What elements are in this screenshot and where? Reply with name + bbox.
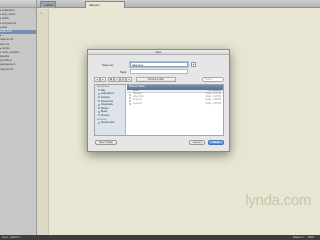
folder-icon: [98, 107, 100, 110]
tree-item[interactable]: readme.md: [0, 68, 36, 72]
cancel-button[interactable]: Cancel: [189, 140, 205, 145]
folder-icon: [98, 96, 100, 99]
folder-icon: [98, 99, 100, 102]
file-name: style.css: [133, 102, 142, 105]
folder-icon: [98, 121, 100, 124]
dialog-sidebar: FAVORITES Ray Applications Desktop Documents…: [95, 85, 126, 135]
dialog-toolbar: ◂ ▸ ▦ ≡ ▥ ▭ Shared Folder Search: [94, 77, 224, 82]
tab-tabs-js[interactable]: ▸ tabs.js: [40, 1, 56, 8]
new-folder-button[interactable]: New Folder: [95, 140, 117, 145]
sidebar-location-label: Documents: [101, 99, 114, 103]
save-button[interactable]: Save: [208, 140, 224, 145]
tags-field[interactable]: [130, 69, 188, 74]
sidebar-location-label: Remote Disc: [101, 121, 115, 125]
sidebar-location-label: Downloads: [101, 103, 113, 107]
coverflow-view-icon[interactable]: ▭: [126, 77, 132, 82]
folder-icon: [98, 114, 100, 117]
file-list-area: Shared Folder Name Date Modified data.js…: [127, 85, 223, 135]
file-icon: [129, 103, 131, 106]
file-row[interactable]: style.css Today, 1:18 PM: [127, 103, 223, 106]
file-tree: ▾ exploration ▸ auto_cache ▸ builds ▾ co…: [0, 8, 36, 72]
cursor-position: Line 1, Column 1: [2, 236, 21, 239]
dialog-title: Save: [88, 50, 229, 55]
status-right: Spaces: 2 JSON: [293, 235, 314, 240]
line-number: 1: [40, 12, 42, 15]
expand-dialog-icon[interactable]: ▴: [191, 62, 196, 67]
folder-icon: [98, 103, 100, 106]
search-field[interactable]: Search: [202, 77, 224, 82]
tab-bar: ▸ tabs.js data.json: [37, 0, 320, 8]
location-popup[interactable]: Shared Folder: [136, 77, 176, 82]
sidebar-location-label: Applications: [101, 92, 114, 96]
sidebar-header: [0, 0, 36, 8]
save-as-label: Save As:: [102, 62, 114, 67]
lynda-watermark: lynda.com: [245, 192, 311, 209]
indent-setting[interactable]: Spaces: 2: [293, 236, 304, 239]
sidebar-location-label: Pictures: [101, 113, 110, 117]
folder-icon: [98, 110, 100, 113]
file-browser: FAVORITES Ray Applications Desktop Documents…: [94, 84, 224, 136]
sidebar-location-label: Music: [101, 110, 108, 114]
save-as-field[interactable]: data.json: [130, 62, 188, 67]
file-list: data.json Today, 1:18 PM index.html Today, …: [127, 93, 223, 106]
sidebar-location-label: Desktop: [101, 95, 110, 99]
tags-label: Tags:: [120, 69, 128, 74]
status-bar: Line 1, Column 1 Spaces: 2 JSON: [0, 235, 320, 240]
folder-icon: [98, 89, 100, 92]
forward-button[interactable]: ▸: [100, 77, 106, 82]
sidebar-location-label: Ray: [101, 88, 106, 92]
tab-data-json[interactable]: data.json: [85, 1, 125, 8]
project-sidebar: ▾ exploration ▸ auto_cache ▸ builds ▾ co…: [0, 0, 37, 235]
sidebar-location-item[interactable]: Remote Disc: [95, 121, 125, 125]
syntax-mode[interactable]: JSON: [308, 236, 314, 239]
folder-icon: [98, 92, 100, 95]
file-date: Today, 1:18 PM: [205, 102, 221, 105]
save-dialog: Save Save As: data.json ▴ Tags: ◂ ▸ ▦ ≡ …: [87, 49, 230, 152]
editor-gutter: [37, 9, 49, 235]
sidebar-location-label: Movies: [101, 106, 109, 110]
